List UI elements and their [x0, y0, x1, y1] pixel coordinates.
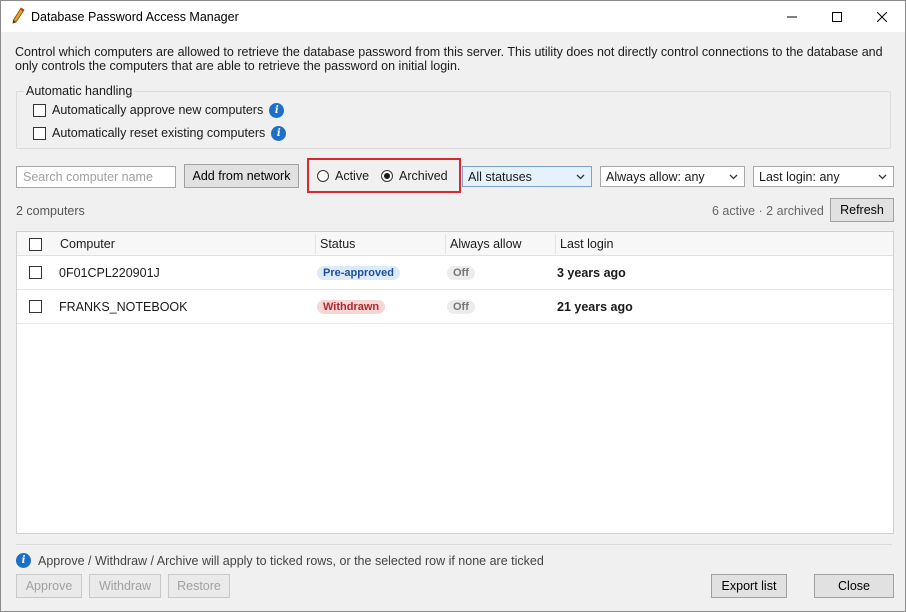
withdraw-button[interactable]: Withdraw [89, 574, 161, 598]
always-allow-cell: Off [447, 290, 475, 323]
column-divider[interactable] [445, 234, 446, 254]
select-all-cell[interactable] [29, 232, 42, 256]
close-icon [877, 11, 887, 22]
table-row[interactable]: 0F01CPL220901J Pre-approved Off 3 years … [17, 256, 893, 290]
auto-approve-checkbox[interactable] [33, 103, 46, 117]
always-allow-cell: Off [447, 256, 475, 289]
chevron-down-icon [878, 174, 887, 180]
last-login: 3 years ago [557, 265, 626, 280]
column-header-status[interactable]: Status [320, 232, 355, 256]
column-header-computer[interactable]: Computer [60, 232, 115, 256]
footer-info-text: Approve / Withdraw / Archive will apply … [38, 553, 544, 568]
status-cell: Withdrawn [317, 290, 386, 323]
chevron-down-icon [576, 174, 585, 180]
title-bar: Database Password Access Manager [1, 1, 905, 32]
chevron-down-icon [729, 174, 738, 180]
auto-approve-option[interactable]: Automatically approve new computers i [33, 101, 285, 119]
status-badge: Withdrawn [317, 299, 386, 314]
add-from-network-button[interactable]: Add from network [184, 164, 299, 188]
status-filter-select[interactable]: All statuses [462, 166, 592, 187]
always-allow-badge: Off [447, 299, 475, 314]
always-allow-filter-select[interactable]: Always allow: any [600, 166, 745, 187]
app-window: Database Password Access Manager Control… [0, 0, 906, 612]
export-list-button[interactable]: Export list [711, 574, 787, 598]
auto-reset-checkbox[interactable] [33, 126, 46, 140]
row-checkbox-cell[interactable] [29, 290, 42, 323]
auto-reset-option[interactable]: Automatically reset existing computers i [33, 124, 287, 142]
maximize-button[interactable] [814, 1, 860, 32]
always-allow-filter-value: Always allow: any [606, 169, 705, 184]
status-badge: Pre-approved [317, 265, 400, 280]
status-filter-value: All statuses [468, 169, 532, 184]
computer-name: FRANKS_NOTEBOOK [59, 299, 188, 314]
select-all-checkbox[interactable] [29, 237, 42, 251]
footer-info: i Approve / Withdraw / Archive will appl… [16, 553, 544, 568]
row-checkbox[interactable] [29, 300, 42, 313]
radio-archived[interactable]: Archived [381, 169, 448, 183]
minimize-button[interactable] [769, 1, 815, 32]
search-input[interactable] [16, 166, 176, 188]
restore-button[interactable]: Restore [168, 574, 230, 598]
computer-name: 0F01CPL220901J [59, 265, 160, 280]
description-text: Control which computers are allowed to r… [15, 45, 883, 73]
last-login-filter-select[interactable]: Last login: any [753, 166, 894, 187]
row-checkbox-cell[interactable] [29, 256, 42, 289]
radio-archived-label: Archived [399, 169, 448, 183]
active-archived-summary: 6 active · 2 archived [712, 204, 824, 218]
pencil-icon [12, 7, 25, 24]
last-login: 21 years ago [557, 299, 633, 314]
table-header: Computer Status Always allow Last login [17, 232, 893, 256]
info-icon: i [16, 553, 31, 568]
refresh-button[interactable]: Refresh [830, 198, 894, 222]
computers-table: Computer Status Always allow Last login … [16, 231, 894, 534]
maximize-icon [832, 11, 842, 22]
radio-active-label: Active [335, 169, 370, 183]
info-icon[interactable]: i [269, 102, 285, 118]
column-divider[interactable] [315, 234, 316, 254]
radio-active-button[interactable] [317, 170, 329, 182]
column-header-last-login[interactable]: Last login [560, 232, 614, 256]
status-cell: Pre-approved [317, 256, 400, 289]
radio-active[interactable]: Active [317, 169, 369, 183]
approve-button[interactable]: Approve [16, 574, 82, 598]
table-row[interactable]: FRANKS_NOTEBOOK Withdrawn Off 21 years a… [17, 290, 893, 324]
auto-approve-label: Automatically approve new computers [52, 103, 264, 117]
window-title: Database Password Access Manager [31, 10, 239, 24]
radio-archived-button[interactable] [381, 170, 393, 182]
close-button[interactable]: Close [814, 574, 894, 598]
computer-count: 2 computers [16, 204, 85, 218]
row-checkbox[interactable] [29, 266, 42, 279]
column-divider[interactable] [555, 234, 556, 254]
close-window-button[interactable] [859, 1, 905, 32]
automatic-handling-label: Automatic handling [24, 84, 135, 98]
auto-reset-label: Automatically reset existing computers [52, 126, 266, 140]
always-allow-badge: Off [447, 265, 475, 280]
minimize-icon [787, 16, 797, 17]
footer-separator [16, 544, 892, 545]
info-icon[interactable]: i [271, 125, 287, 141]
last-login-filter-value: Last login: any [759, 169, 840, 184]
column-header-always-allow[interactable]: Always allow [450, 232, 522, 256]
